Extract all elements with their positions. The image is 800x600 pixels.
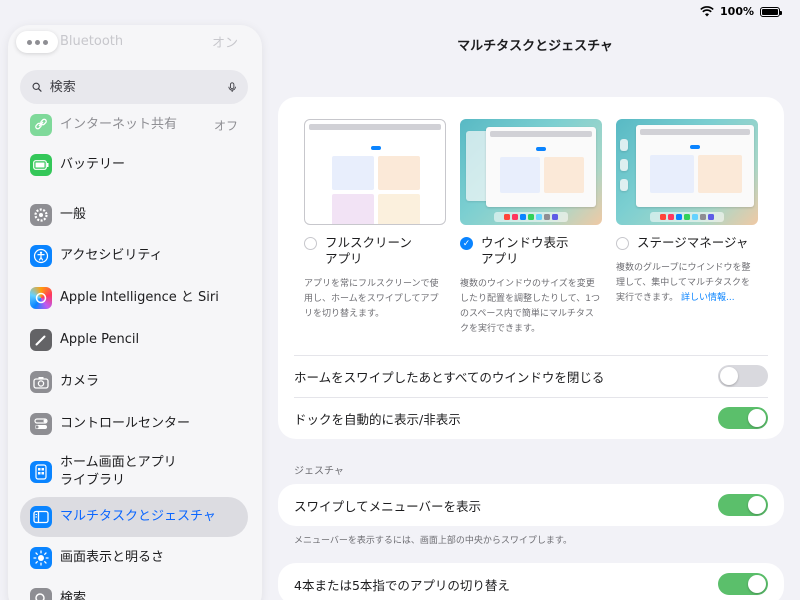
- sidebar-item-label: バッテリー: [60, 157, 126, 172]
- windowed-radio-checked[interactable]: ✓: [460, 237, 473, 250]
- sidebar-item-label: マルチタスクとジェスチャ: [60, 509, 216, 524]
- mode-option-fullscreen[interactable]: フルスクリーン アプリ アプリを常にフルスクリーンで使用し、ホームをスワイプして…: [304, 119, 446, 322]
- siri-icon: [30, 287, 52, 309]
- search-icon: [30, 588, 52, 600]
- sidebar-item-label: カメラ: [60, 374, 100, 389]
- toggle-label: ドックを自動的に表示/非表示: [294, 411, 461, 427]
- brightness-icon: [30, 547, 52, 569]
- menubar-gesture-card: スワイプしてメニューバーを表示: [278, 484, 784, 526]
- battery-percent: 100%: [720, 5, 754, 18]
- sidebar-item-label: Apple Pencil: [60, 332, 140, 347]
- sidebar-item-label: Apple Intelligence と Siri: [60, 290, 219, 305]
- sidebar-item-camera[interactable]: カメラ: [20, 370, 248, 394]
- sidebar-item-battery[interactable]: バッテリー: [20, 153, 248, 177]
- mode-label: ステージマネージャ: [637, 235, 749, 250]
- link-icon: [30, 114, 52, 136]
- wifi-icon: [700, 6, 714, 17]
- sidebar-item-apple-pencil[interactable]: Apple Pencil: [20, 328, 248, 352]
- sidebar: Bluetooth オン インターネット共有 オフ バッテリー 一般: [8, 25, 262, 600]
- window-controls-button[interactable]: [16, 31, 58, 53]
- mode-description: 複数のグループにウインドウを整理して、集中してマルチタスクを実行できます。 詳し…: [616, 261, 758, 306]
- sidebar-item-label: 検索: [60, 591, 87, 600]
- sidebar-item-apple-intelligence-siri[interactable]: Apple Intelligence と Siri: [20, 286, 248, 310]
- camera-icon: [30, 371, 52, 393]
- sidebar-item-personal-hotspot[interactable]: インターネット共有 オフ: [20, 113, 248, 137]
- four-five-finger-row: 4本または5本指でのアプリの切り替え: [294, 563, 768, 600]
- control-center-icon: [30, 413, 52, 435]
- fullscreen-preview: [304, 119, 446, 225]
- close-windows-toggle[interactable]: [718, 365, 768, 387]
- section-header-gestures: ジェスチャ: [294, 466, 344, 477]
- fullscreen-radio[interactable]: [304, 237, 317, 250]
- mode-label: フルスクリーン アプリ: [325, 235, 412, 266]
- sidebar-item-general[interactable]: 一般: [20, 203, 248, 227]
- status-bar: 100%: [700, 5, 782, 18]
- mode-option-stage-manager[interactable]: ステージマネージャ 複数のグループにウインドウを整理して、集中してマルチタスクを…: [616, 119, 758, 306]
- sidebar-item-control-center[interactable]: コントロールセンター: [20, 412, 248, 436]
- stage-manager-radio[interactable]: [616, 237, 629, 250]
- four-five-finger-toggle[interactable]: [718, 573, 768, 595]
- mode-label: ウインドウ表示 アプリ: [481, 235, 569, 266]
- sidebar-item-label: Bluetooth: [60, 33, 124, 49]
- sidebar-item-multitasking[interactable]: マルチタスクとジェスチャ: [20, 497, 248, 537]
- sidebar-item-search[interactable]: 検索: [20, 587, 248, 600]
- battery-icon: [30, 154, 52, 176]
- dock-autohide-row: ドックを自動的に表示/非表示: [294, 397, 768, 439]
- sidebar-item-home-screen[interactable]: ホーム画面とアプリ ライブラリ: [20, 452, 248, 492]
- gear-icon: [30, 204, 52, 226]
- page-title: マルチタスクとジェスチャ: [457, 39, 613, 54]
- toggle-label: スワイプしてメニューバーを表示: [294, 498, 482, 514]
- windowed-preview: [460, 119, 602, 225]
- dock-autohide-toggle[interactable]: [718, 407, 768, 429]
- mode-description: アプリを常にフルスクリーンで使用し、ホームをスワイプしてアプリを切り替えます。: [304, 279, 439, 319]
- toggle-label: 4本または5本指でのアプリの切り替え: [294, 577, 510, 593]
- home-screen-icon: [30, 461, 52, 483]
- battery-icon: [760, 6, 782, 17]
- sidebar-item-label: コントロールセンター: [60, 416, 191, 431]
- sidebar-item-display-brightness[interactable]: 画面表示と明るさ: [20, 546, 248, 570]
- sidebar-item-bluetooth[interactable]: Bluetooth オン: [60, 31, 238, 51]
- mode-option-windowed[interactable]: ✓ ウインドウ表示 アプリ 複数のウインドウのサイズを変更したり配置を調整したり…: [460, 119, 602, 337]
- magnifier-icon: [32, 82, 42, 92]
- sidebar-item-label: インターネット共有: [60, 117, 178, 132]
- stage-manager-preview: [616, 119, 758, 225]
- sidebar-item-value: オフ: [213, 118, 238, 133]
- search-bar[interactable]: [20, 70, 248, 104]
- sidebar-item-accessibility[interactable]: アクセシビリティ: [20, 244, 248, 268]
- sidebar-item-label: ホーム画面とアプリ ライブラリ: [60, 455, 177, 488]
- multitasking-modes-card: フルスクリーン アプリ アプリを常にフルスクリーンで使用し、ホームをスワイプして…: [278, 97, 784, 439]
- accessibility-icon: [30, 245, 52, 267]
- close-windows-row: ホームをスワイプしたあとすべてのウインドウを閉じる: [294, 355, 768, 397]
- menubar-swipe-toggle[interactable]: [718, 494, 768, 516]
- sidebar-item-value: オン: [211, 35, 238, 51]
- app-switch-gesture-card: 4本または5本指でのアプリの切り替え: [278, 563, 784, 600]
- sidebar-item-label: アクセシビリティ: [60, 248, 163, 263]
- menubar-footnote: メニューバーを表示するには、画面上部の中央からスワイプします。: [294, 536, 573, 546]
- pencil-icon: [30, 329, 52, 351]
- sidebar-item-label: 画面表示と明るさ: [60, 550, 165, 565]
- toggle-label: ホームをスワイプしたあとすべてのウインドウを閉じる: [294, 369, 605, 385]
- multitasking-icon: [30, 506, 52, 528]
- search-input[interactable]: [49, 79, 220, 95]
- battery-level: [762, 8, 778, 15]
- learn-more-link[interactable]: 詳しい情報...: [681, 293, 735, 303]
- mode-description: 複数のウインドウのサイズを変更したり配置を調整したりして、1つのスペース内で簡単…: [460, 279, 601, 334]
- microphone-icon[interactable]: [228, 80, 236, 95]
- sidebar-item-label: 一般: [60, 207, 87, 222]
- menubar-swipe-row: スワイプしてメニューバーを表示: [294, 484, 768, 526]
